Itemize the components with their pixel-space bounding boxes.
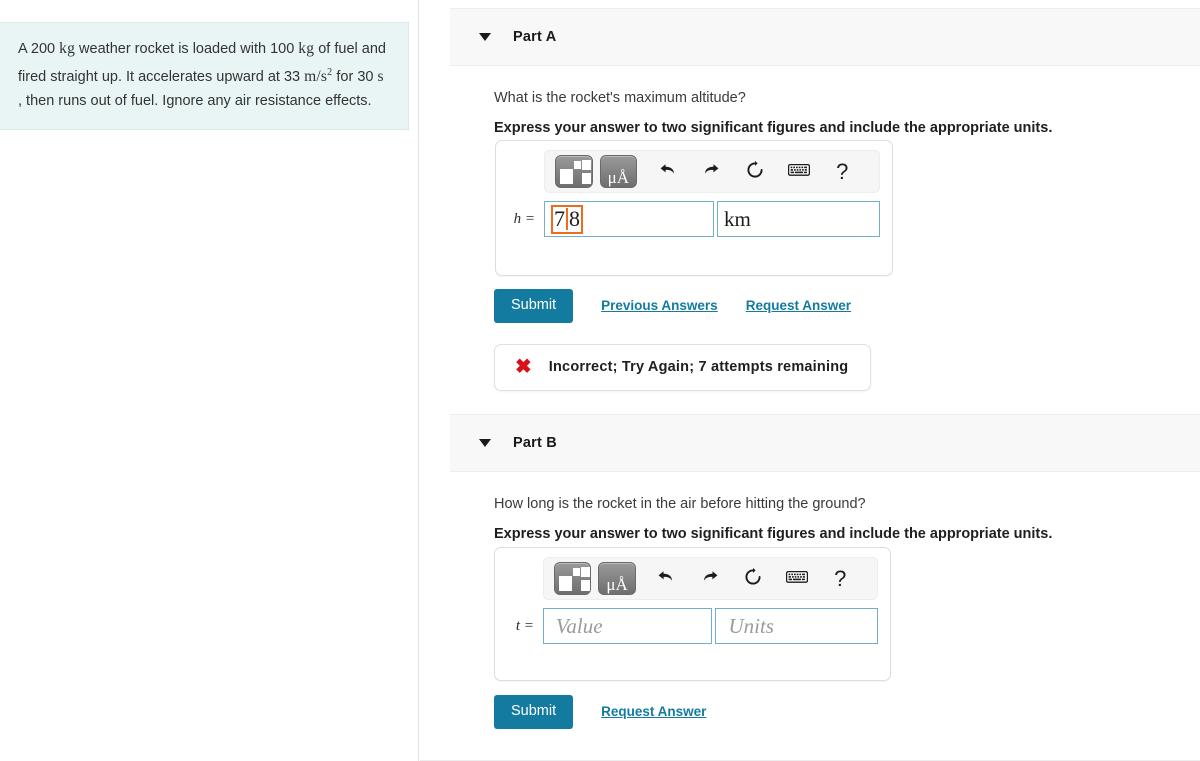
part-a-variable-label: h = <box>513 210 535 227</box>
part-b-value-input[interactable]: Value <box>542 608 713 644</box>
part-b-instruction: Express your answer to two significant f… <box>494 526 1053 542</box>
unit-acceleration: m/s2 <box>304 67 333 86</box>
part-a-value-input[interactable]: 78 <box>544 201 714 237</box>
part-a-submit-button[interactable]: Submit <box>494 289 574 323</box>
help-icon[interactable]: ? <box>825 160 859 183</box>
units-icon[interactable]: μÅ <box>599 155 638 188</box>
part-b-units-input[interactable]: Units <box>715 608 878 644</box>
part-a-header[interactable]: Part A <box>450 8 1200 66</box>
keyboard-icon[interactable] <box>780 570 813 587</box>
undo-icon[interactable] <box>650 567 683 591</box>
problem-parts-pane: Part A What is the rocket's maximum alti… <box>420 0 1200 761</box>
part-b-request-answer-link[interactable]: Request Answer <box>601 704 706 719</box>
reset-icon[interactable] <box>738 160 772 184</box>
undo-icon[interactable] <box>651 160 685 184</box>
part-b-action-row: Submit Request Answer <box>494 695 706 729</box>
part-a-question: What is the rocket's maximum altitude? <box>494 90 746 106</box>
part-a-units-input[interactable]: km <box>717 201 880 237</box>
unit-kg-rocket: kg <box>59 40 76 57</box>
keyboard-icon[interactable] <box>782 163 816 180</box>
redo-icon[interactable] <box>693 567 726 591</box>
part-a-instruction: Express your answer to two significant f… <box>494 120 1053 136</box>
part-a-value-selection: 78 <box>551 204 583 234</box>
part-a-previous-answers-link[interactable]: Previous Answers <box>601 298 718 313</box>
part-b-units-placeholder: Units <box>728 613 774 638</box>
part-a-feedback-text: Incorrect; Try Again; 7 attempts remaini… <box>548 359 849 375</box>
part-a-feedback-box: ✖ Incorrect; Try Again; 7 attempts remai… <box>494 344 872 391</box>
units-icon[interactable]: μÅ <box>598 562 636 595</box>
part-b-question: How long is the rocket in the air before… <box>494 496 866 512</box>
part-a-request-answer-link[interactable]: Request Answer <box>746 298 851 313</box>
part-b-label: Part B <box>513 435 557 451</box>
redo-icon[interactable] <box>695 160 729 184</box>
reset-icon[interactable] <box>737 567 770 591</box>
chevron-down-icon[interactable] <box>479 33 491 41</box>
chevron-down-icon[interactable] <box>479 439 491 447</box>
part-a-answer-card: μÅ ? h = 78 km <box>495 140 893 276</box>
part-b-value-placeholder: Value <box>555 613 603 638</box>
part-a-action-row: Submit Previous Answers Request Answer <box>494 289 851 323</box>
part-b-answer-row: t = Value Units <box>495 600 890 656</box>
part-b-submit-button[interactable]: Submit <box>494 695 574 729</box>
math-template-icon[interactable] <box>555 155 593 188</box>
part-b-header[interactable]: Part B <box>450 414 1200 472</box>
part-b-variable-label: t = <box>515 617 534 634</box>
unit-seconds: s <box>377 68 384 86</box>
part-a-label: Part A <box>513 29 557 45</box>
problem-statement-card: A 200 kg weather rocket is loaded with 1… <box>0 22 409 131</box>
help-icon[interactable]: ? <box>824 567 857 590</box>
part-b-answer-card: μÅ ? t = Value Units <box>494 547 891 681</box>
x-mark-icon: ✖ <box>515 356 532 378</box>
part-a-units-value: km <box>724 206 751 231</box>
problem-sidebar: A 200 kg weather rocket is loaded with 1… <box>0 0 419 761</box>
part-a-answer-row: h = 78 km <box>496 193 892 249</box>
math-template-icon[interactable] <box>554 562 592 595</box>
part-a-value-digit-1: 7 <box>554 205 565 231</box>
part-a-value-digit-2: 8 <box>566 207 581 230</box>
part-a-toolbar: μÅ ? <box>544 150 880 193</box>
part-b-toolbar: μÅ ? <box>543 557 878 600</box>
unit-kg-fuel: kg <box>298 40 315 57</box>
problem-statement-text: A 200 kg weather rocket is loaded with 1… <box>18 40 386 110</box>
